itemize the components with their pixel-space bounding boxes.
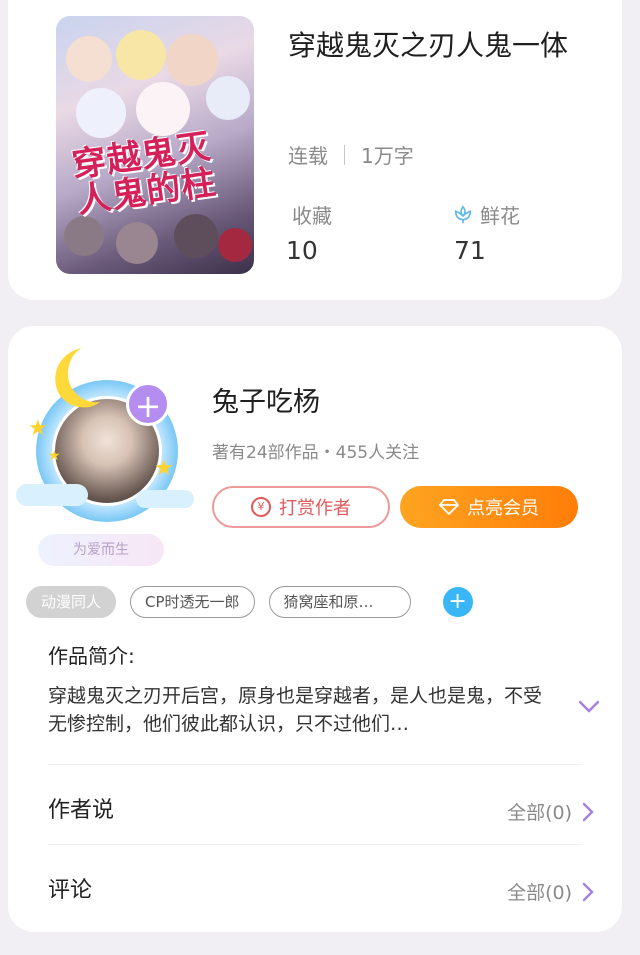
- book-title: 穿越鬼灭之刃人鬼一体: [288, 29, 569, 62]
- star-icon: ★: [154, 456, 174, 481]
- divider: [48, 764, 582, 765]
- chevron-right-icon: [582, 882, 594, 901]
- comments-all-link[interactable]: 全部(0): [507, 878, 594, 905]
- cover-character: [66, 36, 112, 82]
- comments-label[interactable]: 评论: [48, 872, 92, 904]
- flowers-label-text: 鲜花: [480, 204, 520, 228]
- chevron-down-icon[interactable]: [578, 700, 600, 714]
- serial-status: 连载: [288, 144, 328, 168]
- chevron-right-icon: [582, 802, 594, 821]
- cloud-decoration: [16, 484, 88, 506]
- author-avatar-frame[interactable]: ★ ★ ★ + 为爱而生: [8, 336, 198, 566]
- add-tag-button[interactable]: +: [442, 587, 473, 617]
- cover-character: [136, 82, 190, 136]
- cover-character: [206, 76, 250, 120]
- cover-character: [218, 228, 252, 262]
- diamond-icon: [439, 499, 459, 515]
- author-says-count: 全部(0): [507, 802, 572, 824]
- yen-coin-icon: ¥: [251, 497, 271, 517]
- flower-icon: [454, 204, 472, 223]
- comments-count: 全部(0): [507, 882, 572, 904]
- meta-divider: [344, 144, 345, 165]
- flowers-count: 71: [454, 236, 486, 265]
- cover-title-art: 穿越鬼灭 人鬼的柱: [69, 126, 219, 222]
- vip-button[interactable]: 点亮会员: [400, 486, 578, 528]
- star-icon: ★: [28, 416, 48, 441]
- intro-label: 作品简介:: [48, 644, 135, 668]
- book-meta: 连载 1万字: [288, 140, 414, 169]
- divider: [48, 844, 582, 845]
- cover-character: [116, 222, 158, 264]
- flowers-label[interactable]: 鲜花: [452, 200, 520, 229]
- author-card: ★ ★ ★ + 为爱而生 兔子吃杨 著有24部作品・455人关注 ¥ 打赏作者 …: [8, 326, 622, 932]
- tip-author-label: 打赏作者: [279, 498, 351, 519]
- tag-item[interactable]: 猗窝座和原…: [268, 586, 411, 618]
- cover-character: [76, 88, 126, 138]
- favorites-label: 收藏: [292, 200, 332, 229]
- tag-list: 动漫同人 CP时透无一郎 猗窝座和原… +: [26, 586, 473, 618]
- book-info-card: 穿越鬼灭 人鬼的柱 穿越鬼灭之刃人鬼一体 连载 1万字 收藏 10 鲜花 71: [8, 0, 622, 300]
- tag-item[interactable]: CP时透无一郎: [130, 586, 255, 618]
- cover-character: [174, 214, 218, 258]
- tip-author-button[interactable]: ¥ 打赏作者: [212, 486, 390, 528]
- vip-label: 点亮会员: [467, 498, 539, 519]
- author-stats: 著有24部作品・455人关注: [212, 443, 420, 463]
- favorites-count: 10: [286, 236, 318, 265]
- favorites-label-text: 收藏: [292, 204, 332, 228]
- word-count: 1万字: [361, 144, 414, 168]
- love-badge: 为爱而生: [38, 534, 164, 566]
- cover-character: [166, 34, 218, 86]
- cloud-decoration: [136, 490, 194, 508]
- book-cover-image[interactable]: 穿越鬼灭 人鬼的柱: [56, 16, 254, 274]
- tag-item[interactable]: 动漫同人: [26, 586, 117, 618]
- author-says-label[interactable]: 作者说: [48, 792, 114, 824]
- cover-character: [64, 216, 104, 256]
- author-name[interactable]: 兔子吃杨: [212, 380, 320, 419]
- moon-icon: [55, 348, 100, 408]
- intro-text: 穿越鬼灭之刃开后宫，原身也是穿越者，是人也是鬼，不受无惨控制，他们彼此都认识，只…: [48, 685, 543, 735]
- cover-character: [116, 30, 166, 80]
- author-says-all-link[interactable]: 全部(0): [507, 798, 594, 825]
- star-icon: ★: [48, 448, 61, 464]
- follow-plus-button[interactable]: +: [126, 382, 170, 426]
